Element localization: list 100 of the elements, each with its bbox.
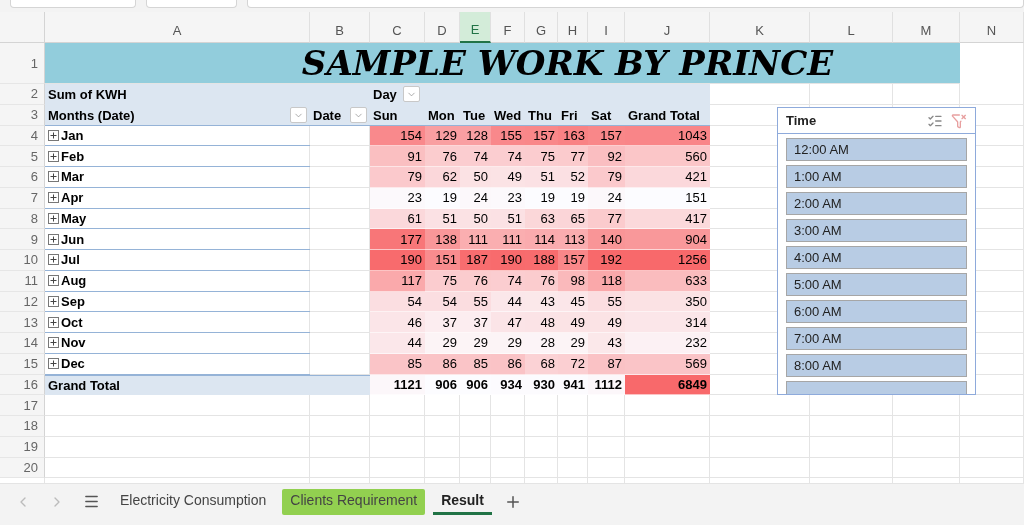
table-cell: 51: [491, 208, 525, 230]
column-heading: Thu: [527, 106, 553, 125]
slicer-item[interactable]: 4:00 AM: [786, 246, 967, 269]
table-cell: 417: [625, 208, 710, 230]
expand-icon[interactable]: [48, 212, 59, 224]
slicer-item[interactable]: 7:00 AM: [786, 327, 967, 350]
table-cell: 76: [460, 270, 491, 292]
table-cell: 37: [425, 312, 460, 333]
table-cell: 1256: [625, 250, 710, 271]
row-label: Mar: [61, 169, 85, 185]
table-cell: 91: [370, 146, 425, 167]
expand-icon[interactable]: [48, 129, 59, 141]
column-header[interactable]: D: [425, 12, 460, 43]
table-cell: Date: [313, 107, 342, 123]
column-header[interactable]: L: [810, 12, 893, 43]
row-header[interactable]: 5: [0, 146, 45, 167]
table-cell: 74: [491, 146, 525, 167]
row-header[interactable]: 7: [0, 187, 45, 209]
table-cell: 177: [370, 229, 425, 250]
row-header[interactable]: 4: [0, 125, 45, 147]
row-header[interactable]: 9: [0, 229, 45, 250]
table-cell: 86: [425, 353, 460, 375]
table-cell: 23: [491, 187, 525, 209]
column-header[interactable]: I: [588, 12, 625, 43]
row-header[interactable]: 20: [0, 457, 45, 479]
slicer-item[interactable]: 6:00 AM: [786, 300, 967, 323]
column-header[interactable]: K: [710, 12, 810, 43]
sheet-tab[interactable]: Electricity Consumption: [112, 488, 275, 515]
table-cell: 52: [558, 167, 588, 188]
table-cell: 111: [491, 229, 525, 250]
expand-icon[interactable]: [48, 337, 59, 349]
table-cell: 74: [460, 146, 491, 167]
table-cell-text: Sum of KWH: [47, 85, 128, 104]
row-label: Sep: [61, 293, 85, 309]
table-cell: 75: [525, 146, 558, 167]
table-cell: 51: [425, 208, 460, 230]
row-header[interactable]: 17: [0, 395, 45, 416]
expand-icon[interactable]: [48, 275, 59, 287]
slicer-item[interactable]: 1:00 AM: [786, 165, 967, 188]
expand-icon[interactable]: [48, 192, 59, 204]
table-cell: 904: [625, 229, 710, 250]
row-header[interactable]: 6: [0, 167, 45, 188]
row-header[interactable]: 16: [0, 374, 45, 396]
row-header[interactable]: 18: [0, 416, 45, 437]
row-header[interactable]: 3: [0, 104, 45, 126]
table-cell: 65: [558, 208, 588, 230]
table-cell: 49: [491, 167, 525, 188]
row-header[interactable]: 11: [0, 270, 45, 292]
slicer-item[interactable]: 3:00 AM: [786, 219, 967, 242]
column-header[interactable]: G: [525, 12, 558, 43]
row-header[interactable]: 1: [0, 43, 45, 84]
column-header[interactable]: N: [960, 12, 1024, 43]
column-header[interactable]: B: [310, 12, 370, 43]
column-header[interactable]: M: [893, 12, 960, 43]
table-cell: 37: [460, 312, 491, 333]
slicer-item[interactable]: 2:00 AM: [786, 192, 967, 215]
expand-icon[interactable]: [48, 316, 59, 328]
table-cell: 1121: [370, 374, 425, 396]
table-cell: 79: [588, 167, 625, 188]
table-cell: 19: [525, 187, 558, 209]
table-cell: 54: [425, 291, 460, 313]
row-header[interactable]: 12: [0, 291, 45, 313]
expand-icon[interactable]: [48, 358, 59, 370]
table-cell: 76: [425, 146, 460, 167]
column-header[interactable]: E: [460, 12, 491, 43]
column-header[interactable]: J: [625, 12, 710, 43]
row-header[interactable]: 19: [0, 436, 45, 458]
table-cell: 157: [588, 125, 625, 147]
column-heading: Sun: [372, 106, 399, 125]
table-cell: 151: [425, 250, 460, 271]
sheet-tab[interactable]: Result: [433, 488, 492, 515]
slicer-item[interactable]: 5:00 AM: [786, 273, 967, 296]
expand-icon[interactable]: [48, 233, 59, 245]
row-header[interactable]: 15: [0, 353, 45, 375]
table-cell: 43: [588, 333, 625, 354]
slicer-item[interactable]: 8:00 AM: [786, 354, 967, 377]
row-label: Dec: [61, 356, 85, 372]
table-cell: 55: [588, 291, 625, 313]
expand-icon[interactable]: [48, 171, 59, 183]
table-cell: 45: [558, 291, 588, 313]
table-cell: 85: [460, 353, 491, 375]
column-header[interactable]: F: [491, 12, 525, 43]
row-header[interactable]: 8: [0, 208, 45, 230]
expand-icon[interactable]: [48, 295, 59, 307]
table-cell: 79: [370, 167, 425, 188]
row-header[interactable]: 10: [0, 250, 45, 271]
table-cell: 29: [460, 333, 491, 354]
row-header[interactable]: 13: [0, 312, 45, 333]
expand-icon[interactable]: [48, 150, 59, 162]
expand-icon[interactable]: [48, 254, 59, 266]
table-cell: 28: [525, 333, 558, 354]
column-header[interactable]: A: [45, 12, 310, 43]
column-header[interactable]: H: [558, 12, 588, 43]
slicer-item[interactable]: 12:00 AM: [786, 138, 967, 161]
column-header[interactable]: C: [370, 12, 425, 43]
column-heading: Sat: [590, 106, 613, 125]
row-label: Oct: [61, 314, 83, 330]
sheet-tab[interactable]: Clients Requirement: [282, 488, 426, 515]
row-header[interactable]: 14: [0, 333, 45, 354]
row-header[interactable]: 2: [0, 84, 45, 105]
